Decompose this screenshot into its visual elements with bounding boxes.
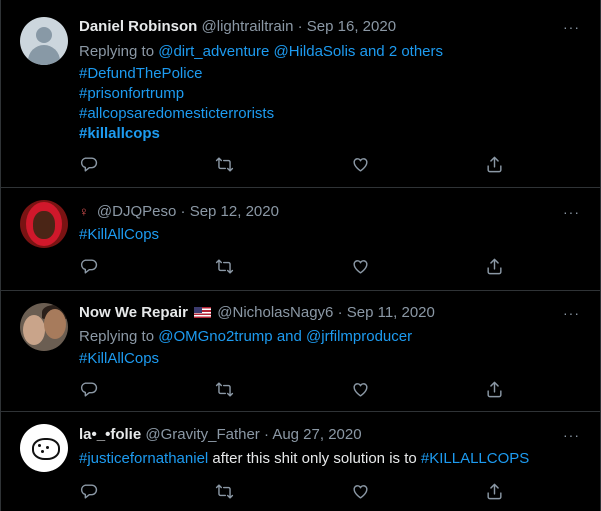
reply-icon[interactable] — [79, 257, 99, 277]
tweet-text-body: after this shit only solution is to — [208, 450, 421, 467]
retweet-icon[interactable] — [215, 482, 235, 502]
tweet-feed: Daniel Robinson @lightrailtrain · Sep 16… — [0, 0, 601, 511]
reply-context: Replying to @dirt_adventure @HildaSolis … — [79, 43, 580, 60]
more-options-icon[interactable]: ··· — [563, 305, 580, 321]
reply-prefix: Replying to — [79, 328, 159, 345]
display-name[interactable]: Daniel Robinson — [79, 18, 197, 35]
hashtag[interactable]: #KILLALLCOPS — [421, 450, 529, 467]
tweet[interactable]: Daniel Robinson @lightrailtrain · Sep 16… — [1, 0, 600, 188]
tweet-actions — [79, 155, 509, 175]
tweet-date[interactable]: Sep 11, 2020 — [347, 304, 435, 321]
separator: · — [180, 203, 186, 220]
user-handle[interactable]: @Gravity_Father — [145, 426, 259, 443]
user-handle[interactable]: @NicholasNagy6 — [217, 304, 333, 321]
hashtag[interactable]: #DefundThePolice — [79, 65, 580, 82]
reply-mention[interactable]: @OMGno2trump — [158, 328, 272, 345]
tweet-text: #justicefornathaniel after this shit onl… — [79, 450, 580, 467]
user-handle[interactable]: @lightrailtrain — [202, 18, 294, 35]
like-icon[interactable] — [351, 257, 371, 277]
like-icon[interactable] — [351, 380, 371, 400]
reply-joiner: and — [355, 43, 389, 60]
avatar[interactable] — [20, 17, 68, 65]
hashtag[interactable]: #prisonfortrump — [79, 85, 580, 102]
avatar[interactable] — [20, 303, 68, 351]
separator: · — [337, 304, 343, 321]
us-flag-icon — [194, 307, 212, 318]
share-icon[interactable] — [485, 482, 505, 502]
share-icon[interactable] — [485, 380, 505, 400]
avatar[interactable] — [20, 424, 68, 472]
reply-icon[interactable] — [79, 380, 99, 400]
retweet-icon[interactable] — [215, 380, 235, 400]
hashtag[interactable]: #justicefornathaniel — [79, 450, 208, 467]
hashtag[interactable]: #KillAllCops — [79, 350, 580, 367]
hashtag[interactable]: #allcopsaredomesticterrorists — [79, 105, 580, 122]
separator: · — [297, 18, 303, 35]
separator: · — [263, 426, 269, 443]
reply-prefix: Replying to — [79, 43, 159, 60]
tweet-header: la•_•folie @Gravity_Father · Aug 27, 202… — [79, 426, 552, 443]
reply-icon[interactable] — [79, 482, 99, 502]
reply-mention[interactable]: @jrfilmproducer — [306, 328, 412, 345]
tweet-header: Now We Repair @NicholasNagy6 · Sep 11, 2… — [79, 304, 552, 321]
tweet-header: ♀ @DJQPeso · Sep 12, 2020 — [79, 203, 552, 220]
hashtag[interactable]: #KillAllCops — [79, 226, 580, 243]
tweet[interactable]: ♀ @DJQPeso · Sep 12, 2020 ··· #KillAllCo… — [1, 188, 600, 291]
retweet-icon[interactable] — [215, 257, 235, 277]
reply-joiner: and — [272, 328, 307, 345]
like-icon[interactable] — [351, 482, 371, 502]
more-options-icon[interactable]: ··· — [563, 204, 580, 220]
user-handle[interactable]: @DJQPeso — [97, 203, 176, 220]
tweet-actions — [79, 257, 509, 277]
tweet-actions — [79, 482, 509, 502]
share-icon[interactable] — [485, 257, 505, 277]
reply-context: Replying to @OMGno2trump and @jrfilmprod… — [79, 328, 580, 345]
tweet-header: Daniel Robinson @lightrailtrain · Sep 16… — [79, 18, 552, 35]
display-name[interactable]: Now We Repair — [79, 304, 188, 321]
tweet-date[interactable]: Aug 27, 2020 — [272, 426, 361, 443]
tweet[interactable]: Now We Repair @NicholasNagy6 · Sep 11, 2… — [1, 291, 600, 412]
reply-others-link[interactable]: 2 others — [389, 43, 443, 60]
tweet-actions — [79, 380, 509, 400]
more-options-icon[interactable]: ··· — [563, 427, 580, 443]
retweet-icon[interactable] — [215, 155, 235, 175]
like-icon[interactable] — [351, 155, 371, 175]
share-icon[interactable] — [485, 155, 505, 175]
tweet-date[interactable]: Sep 12, 2020 — [190, 203, 279, 220]
hashtag[interactable]: #killallcops — [79, 125, 580, 142]
display-name[interactable]: la•_•folie — [79, 426, 141, 443]
reply-mentions[interactable]: @dirt_adventure @HildaSolis — [158, 43, 355, 60]
more-options-icon[interactable]: ··· — [563, 19, 580, 35]
avatar[interactable] — [20, 200, 68, 248]
reply-icon[interactable] — [79, 155, 99, 175]
tweet[interactable]: la•_•folie @Gravity_Father · Aug 27, 202… — [1, 412, 600, 511]
dancer-emoji-icon: ♀ — [79, 204, 89, 219]
tweet-date[interactable]: Sep 16, 2020 — [307, 18, 396, 35]
